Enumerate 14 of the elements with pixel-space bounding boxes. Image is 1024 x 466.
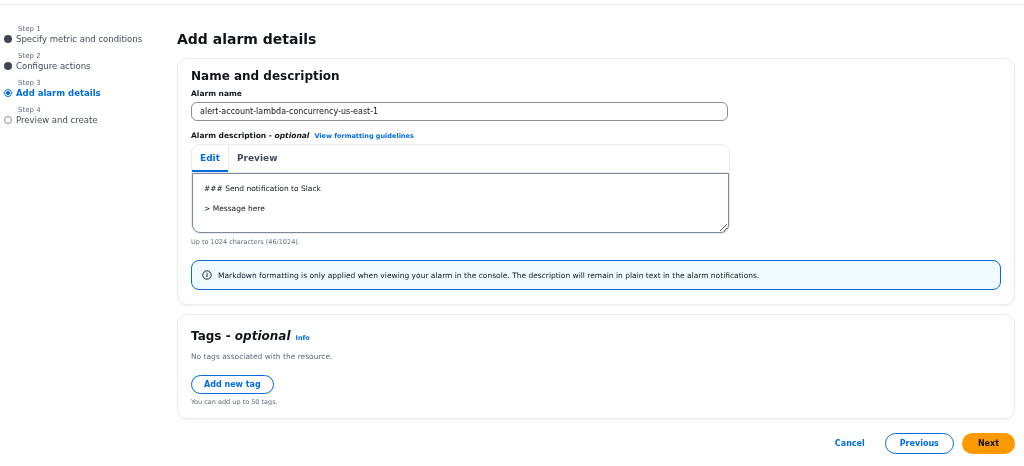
step-link[interactable]: Specify metric and conditions bbox=[16, 34, 143, 44]
previous-button[interactable]: Previous bbox=[884, 433, 954, 454]
cancel-button[interactable]: Cancel bbox=[822, 435, 877, 452]
add-tag-button[interactable]: Add new tag bbox=[191, 375, 274, 394]
page-title: Add alarm details bbox=[177, 31, 318, 47]
section-title: Name and description bbox=[191, 69, 341, 83]
alarm-name-field[interactable]: alert-account-lambda-concurrency-us-east-1 bbox=[191, 102, 728, 121]
section-title: Tags - optional bbox=[191, 329, 291, 343]
step-link[interactable]: Preview and create bbox=[16, 115, 98, 125]
step-link[interactable]: Add alarm details bbox=[16, 88, 101, 98]
editor-tab[interactable]: Preview bbox=[228, 145, 286, 172]
info-icon bbox=[202, 270, 212, 280]
step-link[interactable]: Configure actions bbox=[16, 61, 91, 71]
next-button[interactable]: Next bbox=[961, 433, 1015, 454]
